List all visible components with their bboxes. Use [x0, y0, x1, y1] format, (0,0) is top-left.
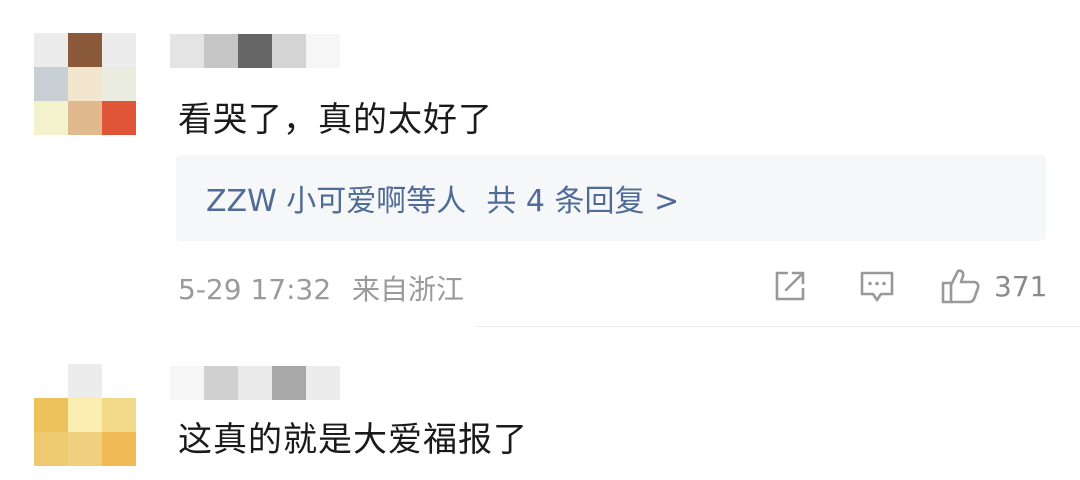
username-block — [170, 366, 204, 400]
username-block — [306, 366, 340, 400]
avatar-pixel — [68, 33, 102, 67]
divider — [475, 326, 1080, 327]
comment-item: 看哭了，真的太好了 ZZW 小可爱啊等人 共 4 条回复 > 5-29 17:3… — [0, 0, 1080, 330]
avatar-pixel — [102, 398, 136, 432]
avatar-pixel — [34, 398, 68, 432]
comment-icon — [860, 271, 894, 302]
avatar-pixel — [102, 364, 136, 398]
avatar[interactable] — [34, 364, 136, 466]
avatar-pixel — [34, 364, 68, 398]
avatar-pixel — [68, 398, 102, 432]
username-block — [272, 366, 306, 400]
avatar-pixel — [68, 364, 102, 398]
comment-text: 这真的就是大爱福报了 — [178, 420, 528, 460]
avatar-pixel — [34, 101, 68, 135]
reply-count-link[interactable]: 共 4 条回复 > — [486, 176, 679, 220]
replies-preview[interactable]: ZZW 小可爱啊等人 共 4 条回复 > — [176, 155, 1046, 241]
username-block — [204, 34, 238, 68]
username-redacted[interactable] — [170, 34, 340, 68]
username-block — [272, 34, 306, 68]
avatar-pixel — [34, 33, 68, 67]
comment-item: 这真的就是大爱福报了 — [0, 330, 1080, 480]
thumbs-up-icon — [941, 269, 980, 304]
avatar-pixel — [68, 432, 102, 466]
share-icon — [775, 271, 805, 301]
username-redacted[interactable] — [170, 366, 340, 400]
username-block — [204, 366, 238, 400]
avatar-pixel — [34, 67, 68, 101]
like-count: 371 — [994, 269, 1048, 303]
like-button[interactable]: 371 — [940, 266, 1047, 306]
avatar-pixel — [102, 33, 136, 67]
comment-text: 看哭了，真的太好了 — [178, 100, 493, 140]
comment-time: 5-29 17:32 — [178, 273, 332, 306]
username-block — [238, 34, 272, 68]
reply-button[interactable] — [857, 266, 897, 310]
avatar-pixel — [34, 432, 68, 466]
username-block — [170, 34, 204, 68]
username-block — [306, 34, 340, 68]
share-button[interactable] — [770, 266, 810, 310]
reply-users-label: ZZW 小可爱啊等人 — [206, 184, 467, 219]
avatar-pixel — [68, 67, 102, 101]
avatar-pixel — [102, 67, 136, 101]
avatar-pixel — [68, 101, 102, 135]
avatar-pixel — [102, 432, 136, 466]
avatar[interactable] — [34, 33, 136, 135]
comment-location: 来自浙江 — [352, 273, 465, 306]
avatar-pixel — [102, 101, 136, 135]
comment-meta: 5-29 17:32 来自浙江 — [178, 268, 476, 308]
username-block — [238, 366, 272, 400]
